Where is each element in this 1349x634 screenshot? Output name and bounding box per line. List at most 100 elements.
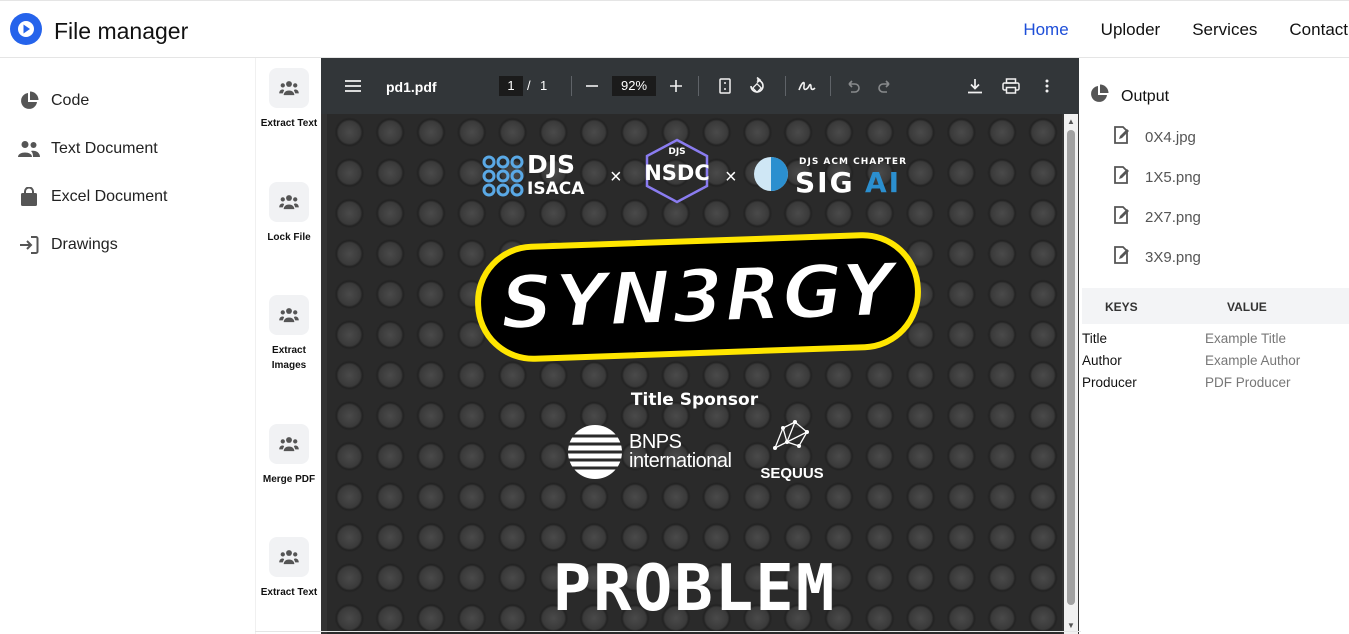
output-file-name: 0X4.jpg <box>1145 129 1196 146</box>
zoom-out-icon[interactable] <box>582 76 602 96</box>
scroll-up-icon[interactable]: ▲ <box>1067 117 1075 126</box>
page-heading: PROBLEM <box>552 552 837 626</box>
menu-icon[interactable] <box>343 76 363 96</box>
sidebar-item-label: Text Document <box>51 140 158 157</box>
zoom-input[interactable]: 92% <box>612 76 656 96</box>
toolbar-divider <box>785 76 786 96</box>
app-logo-icon[interactable] <box>10 13 42 45</box>
rotate-icon[interactable] <box>747 76 767 96</box>
page-separator: / <box>527 78 531 93</box>
tool-extract-images[interactable]: Extract Images <box>256 295 322 373</box>
download-icon[interactable] <box>965 76 985 96</box>
tool-label: Extract Images <box>271 345 307 371</box>
isaca-logo-icon <box>482 155 524 197</box>
nav-contact-link[interactable]: Contact <box>1289 20 1348 40</box>
main-nav: Home Uploder Services Contact <box>1023 20 1349 40</box>
sidebar-item-label: Excel Document <box>51 188 168 205</box>
tool-extract-text-2[interactable]: Extract Text <box>256 537 322 600</box>
sidebar-item-text-document[interactable]: Text Document <box>18 136 158 162</box>
tool-label: Lock File <box>267 232 311 243</box>
redo-icon[interactable] <box>875 76 895 96</box>
users-icon[interactable] <box>269 68 309 108</box>
page-number-input[interactable]: 1 <box>499 76 523 96</box>
pdf-page: DJS ISACA × DJS NSDC × DJS ACM CHAPTER SI… <box>327 114 1062 634</box>
users-icon <box>18 138 40 160</box>
edit-file-icon <box>1111 125 1131 150</box>
metadata-key: Producer <box>1082 375 1137 390</box>
sponsor-sequus: SEQUUS <box>757 418 827 482</box>
annotate-icon[interactable] <box>797 76 817 96</box>
users-icon[interactable] <box>269 537 309 577</box>
print-icon[interactable] <box>1001 76 1021 96</box>
fit-page-icon[interactable] <box>715 76 735 96</box>
nav-services-link[interactable]: Services <box>1192 20 1257 40</box>
pdf-toolbar: pd1.pdf 1 / 1 92% <box>321 58 1079 114</box>
nsdc-logo-icon: DJS NSDC <box>644 138 710 204</box>
svg-text:SIG: SIG <box>795 166 855 196</box>
metadata-value: Example Author <box>1205 353 1301 368</box>
zoom-in-icon[interactable] <box>666 76 686 96</box>
bottom-divider <box>255 631 1081 632</box>
keys-column-header: KEYS <box>1105 300 1138 314</box>
scroll-down-icon[interactable]: ▼ <box>1067 621 1075 630</box>
metadata-value: PDF Producer <box>1205 375 1291 390</box>
metadata-table-header: KEYS VALUE <box>1082 288 1349 324</box>
output-file[interactable]: 2X7.png <box>1111 205 1201 230</box>
pdf-scrollbar[interactable]: ▲ ▼ <box>1064 114 1078 634</box>
more-options-icon[interactable] <box>1037 76 1057 96</box>
bnps-subname: international <box>629 450 732 472</box>
pie-chart-icon <box>1089 84 1109 109</box>
undo-icon[interactable] <box>843 76 863 96</box>
svg-text:DJS: DJS <box>668 147 685 157</box>
nav-uploder-link[interactable]: Uploder <box>1101 20 1161 40</box>
tools-column: Extract Text Lock File Extract Images Me… <box>255 58 321 634</box>
brand-djs-isaca <box>481 154 525 198</box>
sidebar-item-drawings[interactable]: Drawings <box>18 232 118 258</box>
tool-merge-pdf[interactable]: Merge PDF <box>256 424 322 487</box>
output-file-name: 3X9.png <box>1145 249 1201 266</box>
sponsor-label: Title Sponsor <box>630 390 759 410</box>
output-header: Output <box>1089 84 1169 109</box>
svg-text:AI: AI <box>865 166 901 196</box>
sidebar-item-code[interactable]: Code <box>18 88 89 114</box>
tool-extract-text[interactable]: Extract Text <box>256 68 322 131</box>
shopping-bag-icon <box>18 186 40 208</box>
output-file[interactable]: 1X5.png <box>1111 165 1201 190</box>
edit-file-icon <box>1111 245 1131 270</box>
sidebar-item-label: Code <box>51 92 90 109</box>
tool-label: Extract Text <box>260 587 318 598</box>
value-column-header: VALUE <box>1227 300 1267 314</box>
pdf-filename: pd1.pdf <box>386 79 437 95</box>
brand-djs-nsdc: DJS NSDC <box>637 138 717 208</box>
toolbar-divider <box>571 76 572 96</box>
metadata-value: Example Title <box>1205 331 1287 346</box>
users-icon[interactable] <box>269 295 309 335</box>
users-icon[interactable] <box>269 182 309 222</box>
sequus-logo-icon <box>773 420 809 450</box>
main-title: SYN3RGY <box>497 246 898 349</box>
sidebar-item-label: Drawings <box>51 236 118 253</box>
scroll-thumb[interactable] <box>1067 130 1075 605</box>
metadata-key: Author <box>1082 353 1122 368</box>
toolbar-divider <box>698 76 699 96</box>
bnps-logo-icon <box>567 425 623 479</box>
output-file-name: 2X7.png <box>1145 209 1201 226</box>
edit-file-icon <box>1111 205 1131 230</box>
metadata-key: Title <box>1082 331 1108 346</box>
output-file[interactable]: 0X4.jpg <box>1111 125 1196 150</box>
tool-lock-file[interactable]: Lock File <box>256 182 322 245</box>
sidebar-item-excel-document[interactable]: Excel Document <box>18 184 168 210</box>
sign-in-icon <box>18 234 40 256</box>
app-title: File manager <box>54 18 189 44</box>
tool-label: Extract Text <box>260 118 318 129</box>
output-file[interactable]: 3X9.png <box>1111 245 1201 270</box>
brand-sigai: DJS ACM CHAPTER SIG AI <box>751 152 913 200</box>
sigai-logo-icon: DJS ACM CHAPTER SIG AI <box>754 157 906 199</box>
nav-home-link[interactable]: Home <box>1023 20 1068 40</box>
page-total: 1 <box>540 78 548 93</box>
pie-chart-icon <box>18 90 40 112</box>
edit-file-icon <box>1111 165 1131 190</box>
metadata-row: Producer PDF Producer <box>1082 372 1349 394</box>
users-icon[interactable] <box>269 424 309 464</box>
bnps-text: BNPS international <box>629 432 732 472</box>
